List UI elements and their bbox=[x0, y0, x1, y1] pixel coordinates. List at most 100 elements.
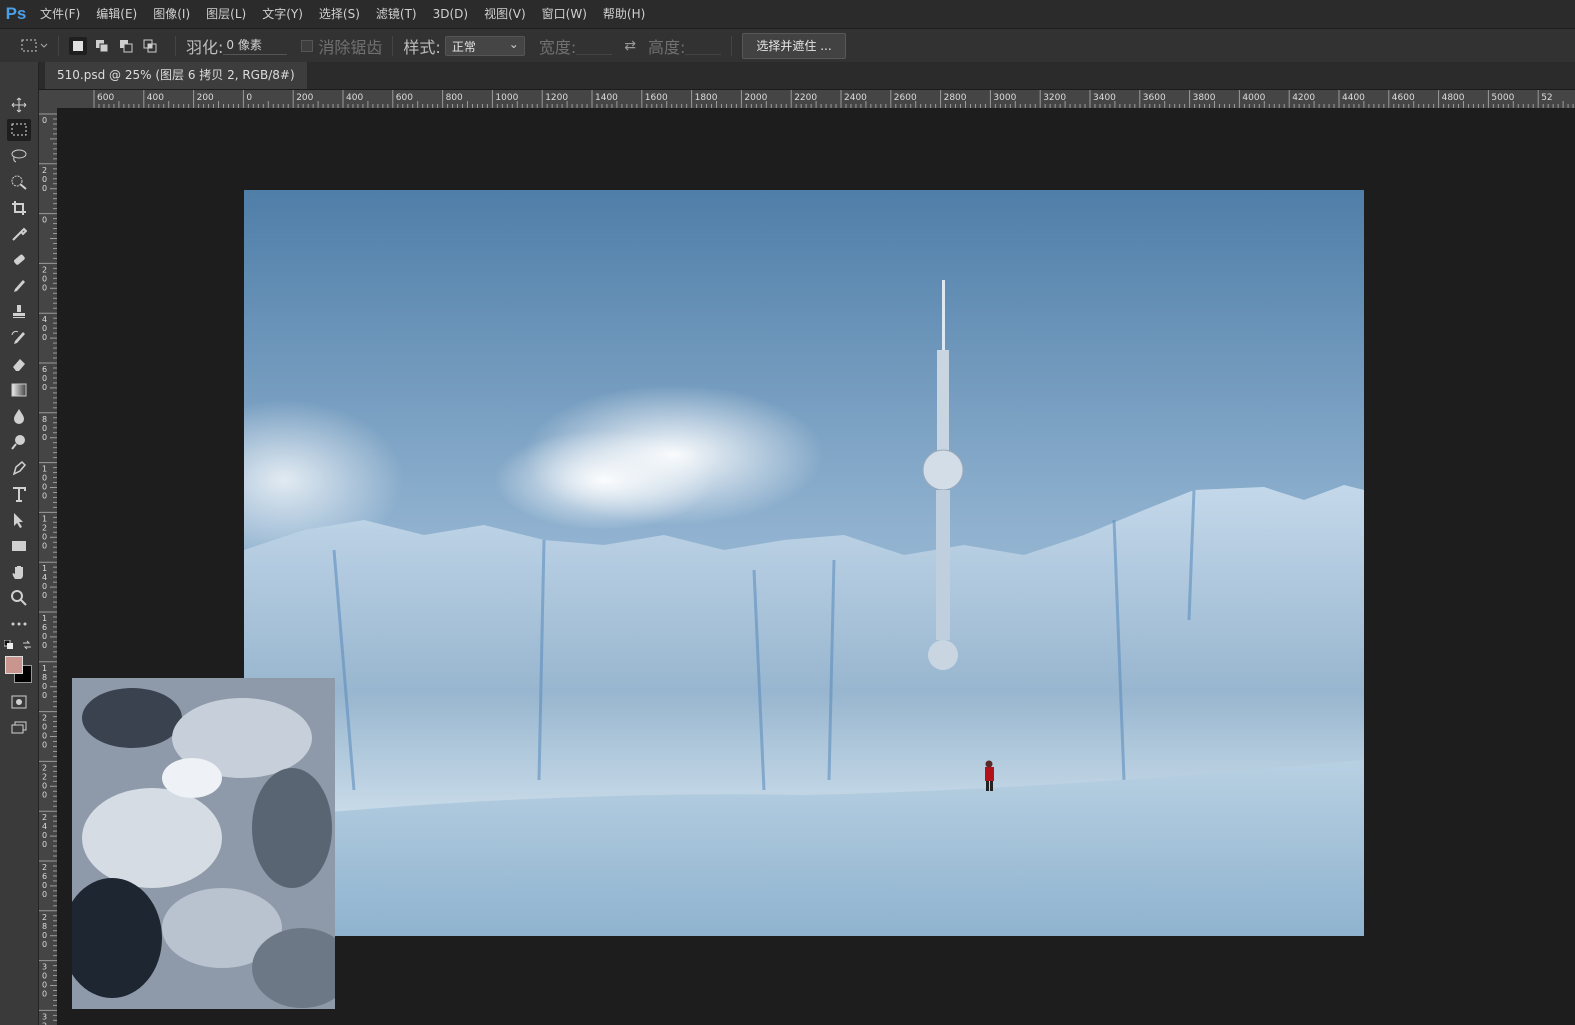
ruler-label: 600 bbox=[396, 93, 413, 103]
vertical-ruler-ticks: 0200020040060080010001200140016001800200… bbox=[39, 113, 57, 1025]
ruler-label: 0 bbox=[42, 632, 47, 641]
new-selection-button[interactable] bbox=[69, 36, 87, 55]
rectangle-tool[interactable] bbox=[7, 535, 31, 557]
ruler-label: 6 bbox=[42, 623, 47, 632]
document-image[interactable] bbox=[244, 190, 1364, 936]
swap-icon[interactable]: ⇄ bbox=[624, 38, 636, 54]
more-icon bbox=[11, 622, 27, 626]
healing-tool[interactable] bbox=[7, 249, 31, 271]
ruler-label: 4 bbox=[42, 315, 47, 324]
ruler-label: 2 bbox=[42, 714, 47, 723]
brush-icon bbox=[14, 280, 25, 292]
ruler-label: 0 bbox=[42, 541, 47, 550]
quick-mask-icon bbox=[11, 695, 27, 709]
canvas-area[interactable] bbox=[58, 108, 1575, 1025]
ruler-label: 2 bbox=[42, 1021, 47, 1025]
menu-window[interactable]: 窗口(W) bbox=[534, 0, 595, 28]
document-tabs: 510.psd @ 25% (图层 6 拷贝 2, RGB/8#) bbox=[39, 62, 1575, 90]
menu-image[interactable]: 图像(I) bbox=[145, 0, 198, 28]
history-brush-tool[interactable] bbox=[7, 327, 31, 349]
crop-tool[interactable] bbox=[7, 197, 31, 219]
menu-filter[interactable]: 滤镜(T) bbox=[368, 0, 425, 28]
stamp-tool[interactable] bbox=[7, 301, 31, 323]
hand-icon bbox=[12, 566, 23, 579]
marquee-icon bbox=[11, 123, 27, 136]
ruler-label: 6 bbox=[42, 365, 47, 374]
stamp-icon bbox=[13, 305, 25, 318]
quick-select-tool[interactable] bbox=[7, 171, 31, 193]
path-select-tool[interactable] bbox=[7, 509, 31, 531]
subtract-selection-icon bbox=[120, 39, 133, 52]
more-tools-button[interactable] bbox=[7, 613, 31, 635]
feather-input[interactable]: 0 像素 bbox=[223, 36, 288, 55]
tools-panel bbox=[0, 62, 39, 1025]
eraser-tool[interactable] bbox=[7, 353, 31, 375]
ruler-label: 0 bbox=[42, 990, 47, 999]
separator bbox=[175, 35, 176, 56]
brush-tool[interactable] bbox=[7, 275, 31, 297]
ruler-label: 400 bbox=[346, 93, 363, 103]
ruler-label: 3 bbox=[42, 1012, 47, 1021]
gradient-tool[interactable] bbox=[7, 379, 31, 401]
zoom-tool[interactable] bbox=[7, 587, 31, 609]
width-input[interactable] bbox=[576, 36, 613, 55]
menu-3d[interactable]: 3D(D) bbox=[425, 0, 476, 28]
ruler-label: 0 bbox=[42, 831, 47, 840]
style-select[interactable]: 正常 bbox=[444, 34, 525, 56]
menu-layer[interactable]: 图层(L) bbox=[198, 0, 254, 28]
menu-select[interactable]: 选择(S) bbox=[311, 0, 368, 28]
tool-preset-picker[interactable] bbox=[20, 38, 48, 54]
subtract-selection-button[interactable] bbox=[117, 37, 135, 55]
eyedropper-tool[interactable] bbox=[7, 223, 31, 245]
ruler-label: 2000 bbox=[744, 93, 767, 103]
screen-mode-button[interactable] bbox=[7, 717, 31, 739]
ruler-label: 0 bbox=[42, 940, 47, 949]
type-icon bbox=[13, 487, 26, 502]
ruler-label: 0 bbox=[42, 881, 47, 890]
lasso-tool[interactable] bbox=[7, 145, 31, 167]
menu-bar: Ps 文件(F) 编辑(E) 图像(I) 图层(L) 文字(Y) 选择(S) 滤… bbox=[0, 0, 1575, 29]
add-selection-button[interactable] bbox=[93, 37, 111, 55]
horizontal-ruler-ticks: 600 400 200 0 200 400 600 800 1000 1200 1400 1600 18… bbox=[93, 90, 1574, 108]
dodge-tool[interactable] bbox=[7, 431, 31, 453]
horizontal-ruler[interactable]: 600 400 200 0 200 400 600 800 1000 1200 1400 1600 18… bbox=[58, 90, 1575, 109]
ruler-label: 0 bbox=[42, 682, 47, 691]
pen-tool[interactable] bbox=[7, 457, 31, 479]
foreground-color-swatch[interactable] bbox=[5, 656, 23, 674]
ruler-label: 0 bbox=[42, 324, 47, 333]
vertical-ruler[interactable]: 0200020040060080010001200140016001800200… bbox=[39, 108, 58, 1025]
menu-type[interactable]: 文字(Y) bbox=[254, 0, 311, 28]
rectangle-icon bbox=[12, 541, 26, 551]
ruler-label: 0 bbox=[42, 732, 47, 741]
ruler-label: 5000 bbox=[1491, 93, 1514, 103]
swap-colors-icon[interactable] bbox=[22, 640, 32, 650]
menu-help[interactable]: 帮助(H) bbox=[595, 0, 653, 28]
intersect-selection-button[interactable] bbox=[141, 37, 159, 55]
ruler-label: 0 bbox=[42, 582, 47, 591]
antialias-checkbox[interactable] bbox=[301, 39, 314, 52]
crop-icon bbox=[12, 201, 26, 215]
height-input[interactable] bbox=[685, 36, 722, 55]
hand-tool[interactable] bbox=[7, 561, 31, 583]
ruler-label: 0 bbox=[42, 790, 47, 799]
ruler-origin[interactable] bbox=[39, 90, 58, 108]
marquee-tool[interactable] bbox=[7, 119, 31, 141]
menu-file[interactable]: 文件(F) bbox=[32, 0, 88, 28]
quick-mask-button[interactable] bbox=[7, 691, 31, 713]
type-tool[interactable] bbox=[7, 483, 31, 505]
ice-texture-image[interactable] bbox=[72, 678, 335, 1009]
menu-view[interactable]: 视图(V) bbox=[476, 0, 534, 28]
default-colors-icon[interactable] bbox=[4, 640, 14, 650]
ruler-label: 4 bbox=[42, 573, 47, 582]
ruler-label: 8 bbox=[42, 673, 47, 682]
select-and-mask-button[interactable]: 选择并遮住 ... bbox=[742, 32, 846, 59]
blur-tool[interactable] bbox=[7, 405, 31, 427]
app-logo: Ps bbox=[5, 4, 27, 23]
ruler-label: 2 bbox=[42, 265, 47, 274]
height-label: 高度: bbox=[647, 37, 686, 57]
move-tool[interactable] bbox=[7, 94, 31, 116]
document-tab[interactable]: 510.psd @ 25% (图层 6 拷贝 2, RGB/8#) bbox=[45, 62, 307, 89]
menu-edit[interactable]: 编辑(E) bbox=[88, 0, 145, 28]
gradient-icon bbox=[11, 383, 27, 397]
new-selection-icon bbox=[73, 40, 83, 51]
